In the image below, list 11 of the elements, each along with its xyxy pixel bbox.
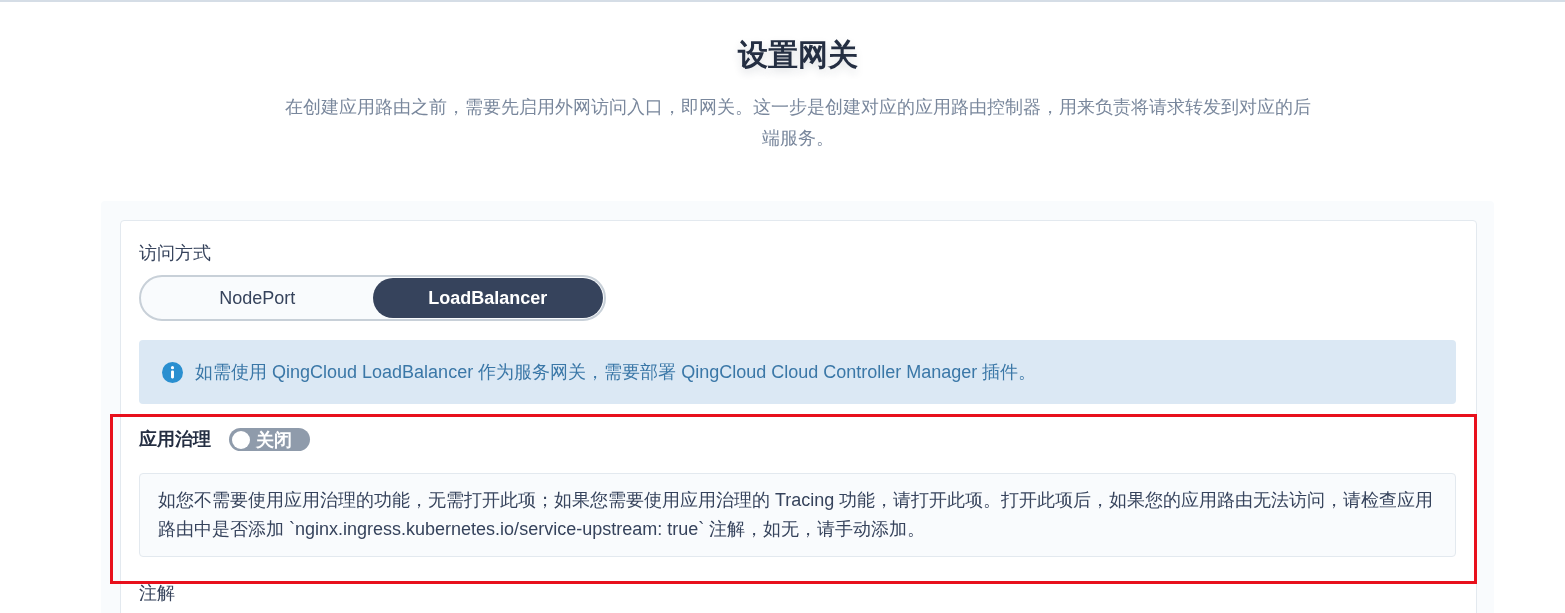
page-description: 在创建应用路由之前，需要先启用外网访问入口，即网关。这一步是创建对应的应用路由控制器，用来负责将请求转发到对应的后端服务。 bbox=[283, 96, 1312, 150]
field-label: 访问方式 bbox=[139, 242, 212, 265]
page-title: 设置网关 bbox=[737, 37, 858, 73]
info-text: 如需使用 QingCloud LoadBalancer 作为服务网关，需要部署 QingCloud Cloud Controller Manager 插件。 bbox=[195, 360, 1037, 384]
hint-text: 如您不需要使用应用治理的功能，无需打开此项；如果您需要使用应用治理的 Tracing 功能，请打开此项。打开此项后，如果您的应用路由无法访问，请检查应用路由中是否添加 `nginx.ingress.kubernetes.io/service-upstream: true` 注解，如无，请手动添加。 bbox=[158, 489, 1435, 541]
segment-option[interactable]: NodePort bbox=[142, 278, 373, 318]
field-label: 注解 bbox=[139, 584, 176, 602]
segment-option[interactable]: LoadBalancer bbox=[372, 278, 603, 318]
section-label: 应用治理 bbox=[139, 428, 211, 451]
toggle-knob-icon bbox=[232, 430, 250, 449]
info-icon bbox=[162, 361, 183, 383]
